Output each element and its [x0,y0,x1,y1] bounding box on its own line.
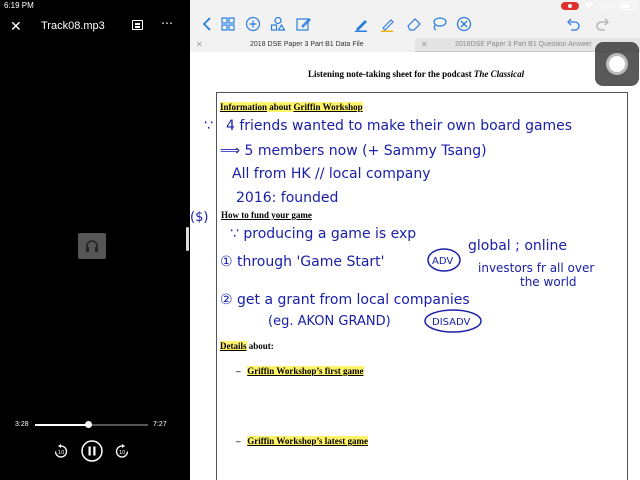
headphones-icon [78,233,106,259]
info-heading: Information about Griffin Workshop [220,102,363,112]
tab-label: 2018DSE Paper 3 Part B1 Question Answer [455,41,592,48]
forward-10-icon[interactable]: 10 [114,443,130,464]
info-heading-c: Griffin Workshop [293,102,363,112]
replay-10-icon[interactable]: 10 [53,443,69,464]
seek-bar[interactable] [35,421,148,428]
latest-game-item: – Griffin Workshop’s latest game [236,436,368,446]
info-heading-b: about [267,102,294,112]
notes-box [216,92,628,480]
split-view-handle[interactable] [186,227,189,251]
status-bar: 6:19 PM 55% [0,0,640,12]
add-icon[interactable] [245,16,261,32]
document-page[interactable]: Listening note-taking sheet for the podc… [190,52,640,480]
svg-text:10: 10 [58,450,64,456]
bullet-dash: – [236,366,241,376]
duration: 7:27 [153,421,167,428]
current-time: 3:28 [15,421,29,428]
redo-icon[interactable] [595,16,611,32]
hw-dollar: ($) [190,210,208,225]
details-heading-b: about: [246,341,274,351]
notes-app: ✕ 2018 DSE Paper 3 Part B1 Data File ✕ 2… [190,0,640,480]
title-text: Listening note-taking sheet for the podc… [308,69,474,79]
back-icon[interactable] [200,16,216,32]
seek-knob[interactable] [84,421,92,428]
tab-close-icon[interactable]: ✕ [421,38,428,52]
tab-data-file[interactable]: ✕ 2018 DSE Paper 3 Part B1 Data File [190,38,415,52]
highlighter-icon[interactable] [379,16,395,32]
tab-label: 2018 DSE Paper 3 Part B1 Data File [250,41,364,48]
battery-percent: 55% [598,1,615,11]
lasso-icon[interactable] [431,16,447,32]
grid-icon[interactable] [220,16,236,32]
latest-game-b: latest game [324,436,368,446]
seek-bar-fill [35,424,88,426]
edit-icon[interactable] [295,16,311,32]
title-podcast: The Classical [473,69,525,79]
tab-close-icon[interactable]: ✕ [196,38,203,52]
close-icon[interactable]: ✕ [10,18,22,35]
latest-game-a: Griffin Workshop’s [247,436,325,446]
fund-heading: How to fund your game [221,210,312,220]
toolbar [190,12,640,38]
pen-icon[interactable] [353,16,369,32]
info-heading-a: Information [220,102,267,112]
screen-record-icon [560,2,579,10]
first-game-item: – Griffin Workshop’s first game [236,366,364,376]
shapes-icon[interactable] [270,16,286,32]
document-tabs: ✕ 2018 DSE Paper 3 Part B1 Data File ✕ 2… [190,38,640,52]
eraser-icon[interactable] [406,16,422,32]
details-heading: Details about: [220,341,274,351]
subtitles-icon[interactable] [132,20,143,30]
status-indicators: 55% [560,1,636,11]
wifi-icon [584,1,594,11]
svg-text:10: 10 [119,450,125,456]
assistive-touch-button[interactable] [595,42,639,86]
bullet-dash: – [236,436,241,446]
first-game-b: first game [324,366,364,376]
more-vert-icon[interactable]: ⋯ [161,16,173,30]
first-game-a: Griffin Workshop’s [247,366,325,376]
media-player-panel: ✕ Track08.mp3 ⋯ 3:28 7:27 10 10 [0,0,190,480]
battery-fill [622,4,629,8]
battery-icon [620,2,636,10]
close-circle-icon[interactable] [456,16,472,32]
track-title: Track08.mp3 [41,20,105,32]
pause-icon[interactable] [81,440,103,467]
page-title: Listening note-taking sheet for the podc… [308,69,524,79]
undo-icon[interactable] [565,16,581,32]
details-heading-a: Details [220,341,247,351]
hw-because: ∵ [204,118,213,134]
status-time: 6:19 PM [4,1,34,10]
